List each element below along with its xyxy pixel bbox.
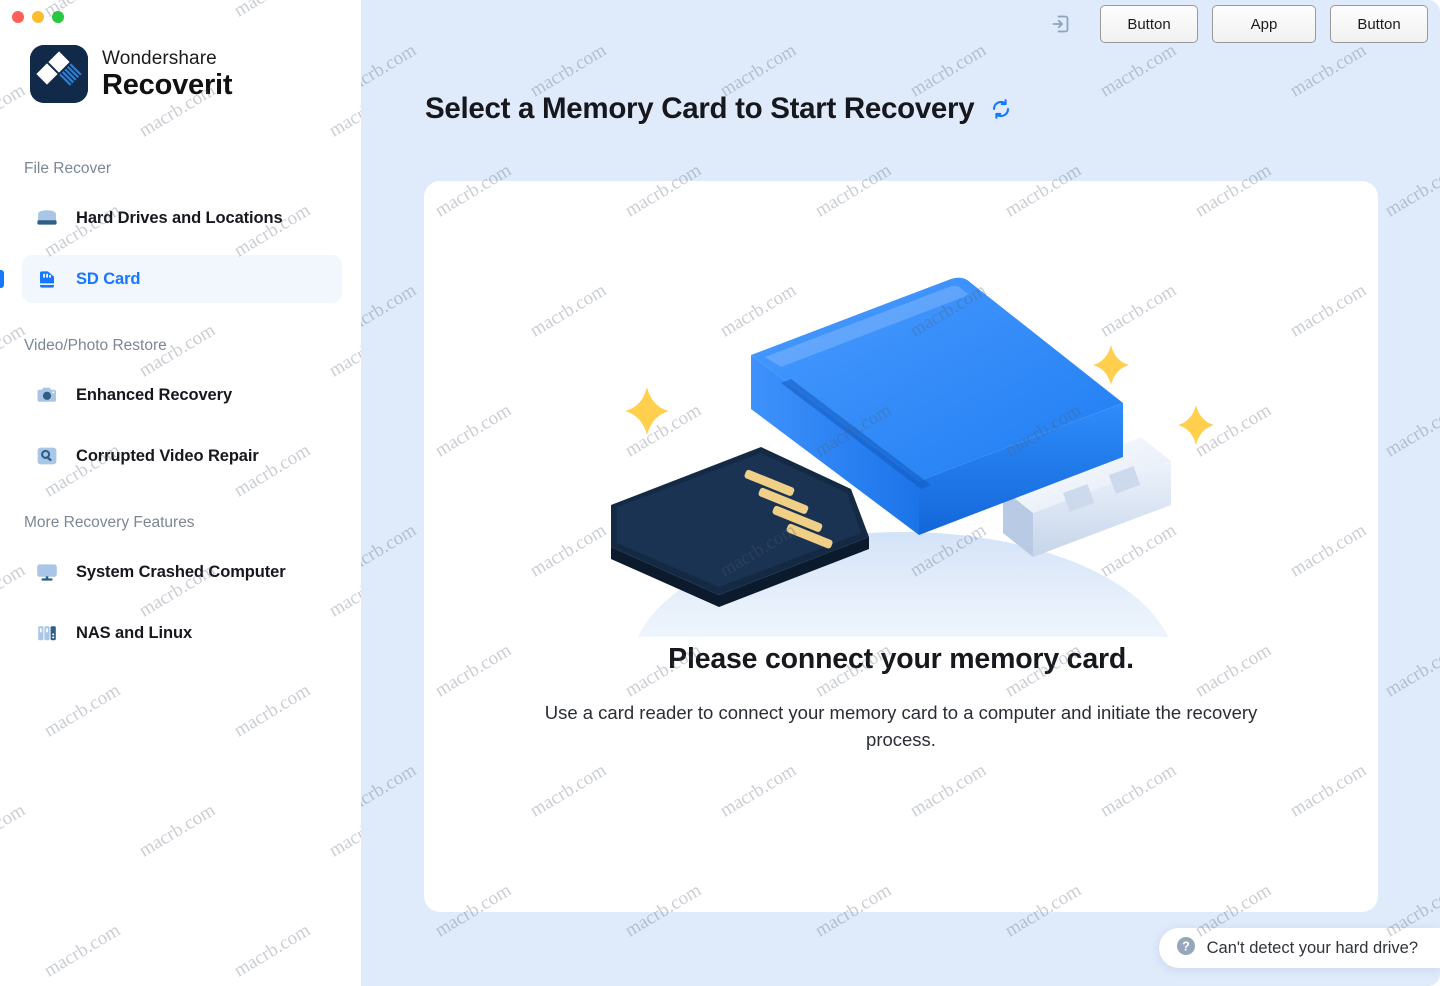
empty-state-card: Please connect your memory card. Use a c… xyxy=(424,181,1378,912)
question-mark-icon: ? xyxy=(1176,936,1196,961)
watermark-text: macrb.com xyxy=(361,519,421,582)
watermark-text: macrb.com xyxy=(361,759,421,822)
sidebar-item-sd-card[interactable]: SD Card xyxy=(22,255,342,303)
nav-group-title-more-recovery-features: More Recovery Features xyxy=(24,514,195,531)
sidebar-item-label: SD Card xyxy=(76,269,141,288)
watermark-text: macrb.com xyxy=(361,39,421,102)
sidebar: Wondershare Recoverit File Recover Hard … xyxy=(0,0,361,986)
brand-line-1: Wondershare xyxy=(102,47,217,69)
page-title: Select a Memory Card to Start Recovery xyxy=(425,92,975,125)
sidebar-item-label: Corrupted Video Repair xyxy=(76,446,259,465)
refresh-icon[interactable] xyxy=(988,96,1014,122)
camera-icon xyxy=(34,382,60,408)
main-content: Button App Button Select a Memory Card t… xyxy=(361,0,1440,986)
sidebar-nav: File Recover Hard Drives and Locations S… xyxy=(0,160,361,657)
watermark-text: macrb.com xyxy=(1286,39,1371,102)
chrome-button-app[interactable]: App xyxy=(1212,5,1316,43)
nav-group-title-video-photo-restore: Video/Photo Restore xyxy=(24,337,167,354)
wondershare-logo-icon xyxy=(30,45,88,103)
close-window-button[interactable] xyxy=(12,11,24,23)
sidebar-item-hard-drives-and-locations[interactable]: Hard Drives and Locations xyxy=(22,194,342,242)
sidebar-item-label: Enhanced Recovery xyxy=(76,385,233,404)
svg-text:?: ? xyxy=(1182,939,1190,953)
sidebar-item-enhanced-recovery[interactable]: Enhanced Recovery xyxy=(22,371,342,419)
minimize-window-button[interactable] xyxy=(32,11,44,23)
brand-line-2: Recoverit xyxy=(102,68,233,101)
sidebar-item-label: System Crashed Computer xyxy=(76,562,286,581)
nav-group-file-recover: File Recover Hard Drives and Locations S… xyxy=(0,160,361,303)
nav-group-title-file-recover: File Recover xyxy=(24,160,111,177)
app-window: Wondershare Recoverit File Recover Hard … xyxy=(0,0,1440,986)
sidebar-item-corrupted-video-repair[interactable]: Corrupted Video Repair xyxy=(22,432,342,480)
sidebar-item-system-crashed-computer[interactable]: System Crashed Computer xyxy=(22,548,342,596)
topbar: Button App Button xyxy=(361,0,1440,48)
page-header: Select a Memory Card to Start Recovery xyxy=(425,92,1014,126)
empty-state-title: Please connect your memory card. xyxy=(668,643,1134,675)
watermark-text: macrb.com xyxy=(1381,399,1440,462)
watermark-text: macrb.com xyxy=(1381,159,1440,222)
help-label: Can't detect your hard drive? xyxy=(1206,938,1418,957)
wrench-repair-icon xyxy=(34,443,60,469)
sidebar-item-label: NAS and Linux xyxy=(76,623,193,642)
usb-card-reader-and-sd-card-illustration xyxy=(424,227,1378,647)
nav-group-video-photo-restore: Video/Photo Restore Enhanced Recovery Co… xyxy=(0,337,361,480)
nas-server-icon xyxy=(34,620,60,646)
sd-card-icon xyxy=(34,266,60,292)
brand-logo: Wondershare Recoverit xyxy=(30,45,233,103)
hard-drive-icon xyxy=(34,205,60,231)
chrome-button-2[interactable]: Button xyxy=(1330,5,1428,43)
traffic-lights xyxy=(12,11,64,23)
watermark-text: macrb.com xyxy=(1096,39,1181,102)
sidebar-item-label: Hard Drives and Locations xyxy=(76,208,283,227)
sign-in-icon[interactable] xyxy=(1046,9,1076,39)
help-cant-detect-drive-button[interactable]: ? Can't detect your hard drive? xyxy=(1158,928,1440,968)
nav-group-more-recovery-features: More Recovery Features System Crashed Co… xyxy=(0,514,361,657)
watermark-text: macrb.com xyxy=(361,279,421,342)
chrome-button-1[interactable]: Button xyxy=(1100,5,1198,43)
zoom-window-button[interactable] xyxy=(52,11,64,23)
sidebar-item-nas-and-linux[interactable]: NAS and Linux xyxy=(22,609,342,657)
empty-state-description: Use a card reader to connect your memory… xyxy=(544,702,1258,750)
monitor-icon xyxy=(34,559,60,585)
watermark-text: macrb.com xyxy=(1381,639,1440,702)
